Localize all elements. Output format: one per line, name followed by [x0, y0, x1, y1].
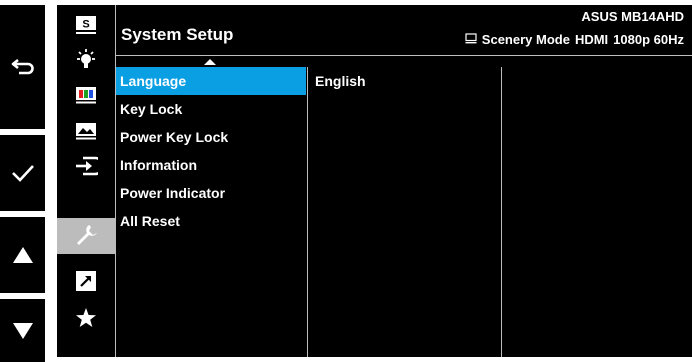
image-icon	[75, 122, 97, 145]
settings-menu: Language Key Lock Power Key Lock Informa…	[116, 67, 306, 235]
menu-item-power-key-lock[interactable]: Power Key Lock	[116, 123, 306, 151]
up-button[interactable]	[0, 217, 45, 293]
down-arrow-icon	[12, 322, 34, 340]
status-bar: Scenery Mode HDMI 1080p 60Hz	[465, 32, 684, 47]
scenery-mode-label: Scenery Mode	[481, 32, 570, 47]
category-system-setup[interactable]	[57, 218, 115, 254]
menu-item-language[interactable]: Language	[116, 67, 306, 95]
input-select-icon	[74, 156, 105, 181]
category-image[interactable]	[57, 117, 115, 149]
category-input[interactable]	[57, 152, 115, 184]
menu-item-all-reset[interactable]: All Reset	[116, 207, 306, 235]
hardware-keys	[0, 0, 45, 362]
category-color[interactable]	[57, 81, 115, 113]
menu-divider	[307, 67, 308, 357]
monitor-icon	[465, 32, 477, 47]
svg-text:S: S	[82, 18, 89, 30]
language-value[interactable]: English	[315, 67, 366, 95]
back-icon	[11, 57, 35, 77]
resolution-label: 1080p 60Hz	[613, 32, 684, 47]
category-bluelight[interactable]	[57, 46, 115, 78]
input-label: HDMI	[574, 32, 609, 47]
check-icon	[11, 163, 35, 183]
shortcut-icon	[75, 270, 97, 297]
category-splendid[interactable]: S	[57, 11, 115, 43]
menu-item-power-indicator[interactable]: Power Indicator	[116, 179, 306, 207]
confirm-button[interactable]	[0, 135, 45, 211]
color-icon	[75, 86, 97, 109]
up-arrow-icon	[12, 246, 34, 264]
category-icon-column: S	[57, 5, 115, 357]
category-shortcut[interactable]	[57, 267, 115, 299]
osd-panel: S System Setup ASUS MB14AHD Scenery Mode…	[57, 5, 692, 357]
down-button[interactable]	[0, 299, 45, 362]
scroll-up-indicator	[204, 59, 216, 65]
myfavorite-icon	[75, 307, 97, 334]
model-name: ASUS MB14AHD	[581, 9, 684, 24]
page-title: System Setup	[121, 25, 234, 44]
category-myfavorite[interactable]	[57, 304, 115, 336]
system-setup-icon	[74, 222, 98, 251]
splendid-icon: S	[75, 15, 97, 40]
header-divider	[116, 55, 692, 56]
back-button[interactable]	[0, 5, 45, 129]
submenu-divider	[501, 67, 502, 357]
bluelight-filter-icon	[74, 48, 98, 77]
menu-item-information[interactable]: Information	[116, 151, 306, 179]
menu-item-key-lock[interactable]: Key Lock	[116, 95, 306, 123]
